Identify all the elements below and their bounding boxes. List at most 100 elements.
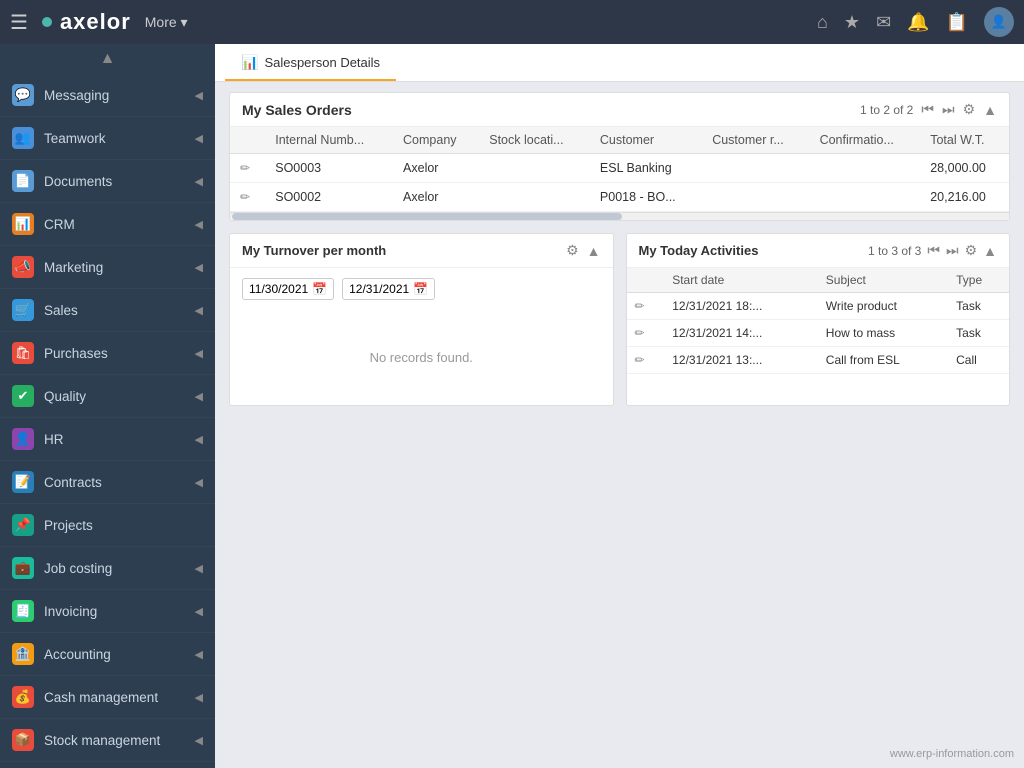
tab-chart-icon: 📊 — [241, 54, 258, 71]
cell-internal-so0003: SO0003 — [265, 154, 393, 183]
date-from-value: 11/30/2021 — [249, 282, 308, 296]
edit-so0003-icon[interactable]: ✏ — [240, 161, 250, 175]
cash-management-icon: 💰 — [12, 686, 34, 708]
sidebar-scroll-up[interactable]: ▲ — [0, 44, 215, 74]
act1-type: Task — [948, 293, 1009, 320]
sidebar-item-invoicing[interactable]: 🧾 Invoicing ◀ — [0, 590, 215, 633]
sidebar-item-projects[interactable]: 📌 Projects — [0, 504, 215, 547]
sidebar-label-contracts: Contracts — [44, 475, 102, 490]
edit-act3-icon[interactable]: ✏ — [635, 353, 645, 367]
chevron-purchases: ◀ — [195, 347, 203, 360]
sidebar-item-jobcosting[interactable]: 💼 Job costing ◀ — [0, 547, 215, 590]
sidebar-item-hr[interactable]: 👤 HR ◀ — [0, 418, 215, 461]
sidebar-item-quality[interactable]: ✔ Quality ◀ — [0, 375, 215, 418]
sidebar-item-manufacturing[interactable]: ⚙ Manufacturing ◀ — [0, 762, 215, 768]
act1-subject: Write product — [818, 293, 948, 320]
sidebar-item-contracts[interactable]: 📝 Contracts ◀ — [0, 461, 215, 504]
act3-start-date: 12/31/2021 13:... — [664, 347, 818, 374]
cell-custref-so0002 — [702, 183, 809, 212]
chevron-teamwork: ◀ — [195, 132, 203, 145]
notifications-icon[interactable]: 🔔 — [907, 12, 929, 33]
settings-icon[interactable]: ⚙ — [963, 101, 976, 118]
sales-orders-table-wrapper: Internal Numb... Company Stock locati...… — [230, 127, 1009, 212]
activities-first-icon[interactable]: ⏮ — [927, 242, 940, 259]
sidebar-label-stock-management: Stock management — [44, 733, 160, 748]
activities-header: My Today Activities 1 to 3 of 3 ⏮ ⏭ ⚙ ▲ — [627, 234, 1010, 268]
date-from-input[interactable]: 11/30/2021 📅 — [242, 278, 334, 300]
cell-stock-so0003 — [479, 154, 590, 183]
home-icon[interactable]: ⌂ — [817, 12, 828, 33]
content-inner: My Sales Orders 1 to 2 of 2 ⏮ ⏭ ⚙ ▲ — [215, 82, 1024, 768]
date-to-input[interactable]: 12/31/2021 📅 — [342, 278, 435, 300]
activities-pagination: 1 to 3 of 3 — [868, 244, 921, 258]
tab-salesperson-details[interactable]: 📊 Salesperson Details — [225, 44, 396, 81]
calendar-to-icon[interactable]: 📅 — [413, 282, 428, 296]
sidebar-item-purchases[interactable]: 🛍 Purchases ◀ — [0, 332, 215, 375]
activities-panel: My Today Activities 1 to 3 of 3 ⏮ ⏭ ⚙ ▲ — [626, 233, 1011, 406]
edit-act2-icon[interactable]: ✏ — [635, 326, 645, 340]
favorites-icon[interactable]: ★ — [844, 12, 860, 33]
chevron-quality: ◀ — [195, 390, 203, 403]
chevron-messaging: ◀ — [195, 89, 203, 102]
sidebar-item-crm[interactable]: 📊 CRM ◀ — [0, 203, 215, 246]
accounting-icon: 🏦 — [12, 643, 34, 665]
sidebar-item-cash-management[interactable]: 💰 Cash management ◀ — [0, 676, 215, 719]
pagination-last-icon[interactable]: ⏭ — [942, 101, 955, 118]
activities-collapse-icon[interactable]: ▲ — [983, 243, 997, 259]
cell-customer-so0003: ESL Banking — [590, 154, 702, 183]
sidebar-item-marketing[interactable]: 📣 Marketing ◀ — [0, 246, 215, 289]
sidebar-label-quality: Quality — [44, 389, 86, 404]
cell-total-so0002: 20,216.00 — [920, 183, 1009, 212]
user-avatar[interactable]: 👤 — [984, 7, 1014, 37]
pagination-first-icon[interactable]: ⏮ — [921, 101, 934, 118]
hamburger-button[interactable]: ☰ — [10, 10, 28, 35]
tab-bar: 📊 Salesperson Details — [215, 44, 1024, 82]
sidebar-item-accounting[interactable]: 🏦 Accounting ◀ — [0, 633, 215, 676]
chevron-jobcosting: ◀ — [195, 562, 203, 575]
sales-orders-title: My Sales Orders — [242, 102, 352, 118]
turnover-collapse-icon[interactable]: ▲ — [587, 243, 601, 259]
hr-icon: 👤 — [12, 428, 34, 450]
bottom-panels: My Turnover per month ⚙ ▲ 11/30/2021 📅 1… — [229, 233, 1010, 406]
table-row: ✏ 12/31/2021 14:... How to mass Task — [627, 320, 1010, 347]
cell-customer-so0002: P0018 - BO... — [590, 183, 702, 212]
act1-start-date: 12/31/2021 18:... — [664, 293, 818, 320]
sidebar-label-projects: Projects — [44, 518, 93, 533]
act2-start-date: 12/31/2021 14:... — [664, 320, 818, 347]
main-layout: ▲ 💬 Messaging ◀ 👥 Teamwork ◀ 📄 Documents… — [0, 44, 1024, 768]
sidebar-item-messaging[interactable]: 💬 Messaging ◀ — [0, 74, 215, 117]
sidebar-item-sales[interactable]: 🛒 Sales ◀ — [0, 289, 215, 332]
collapse-icon[interactable]: ▲ — [983, 102, 997, 118]
act2-subject: How to mass — [818, 320, 948, 347]
calendar-from-icon[interactable]: 📅 — [312, 282, 327, 296]
chevron-accounting: ◀ — [195, 648, 203, 661]
table-row: ✏ SO0003 Axelor ESL Banking 28,000.00 — [230, 154, 1009, 183]
act-col-start-date: Start date — [664, 268, 818, 293]
turnover-no-records: No records found. — [230, 310, 613, 405]
date-to-value: 12/31/2021 — [349, 282, 409, 296]
table-row: ✏ 12/31/2021 18:... Write product Task — [627, 293, 1010, 320]
docs-icon[interactable]: 📋 — [946, 12, 968, 33]
more-button[interactable]: More ▾ — [145, 14, 188, 31]
sidebar-item-documents[interactable]: 📄 Documents ◀ — [0, 160, 215, 203]
activities-settings-icon[interactable]: ⚙ — [965, 242, 978, 259]
act-col-subject: Subject — [818, 268, 948, 293]
turnover-settings-icon[interactable]: ⚙ — [566, 242, 579, 259]
mail-icon[interactable]: ✉ — [876, 12, 891, 33]
logo: axelor — [42, 9, 131, 35]
chevron-crm: ◀ — [195, 218, 203, 231]
activities-last-icon[interactable]: ⏭ — [946, 242, 959, 259]
act3-subject: Call from ESL — [818, 347, 948, 374]
edit-act1-icon[interactable]: ✏ — [635, 299, 645, 313]
sidebar-item-stock-management[interactable]: 📦 Stock management ◀ — [0, 719, 215, 762]
sales-icon: 🛒 — [12, 299, 34, 321]
crm-icon: 📊 — [12, 213, 34, 235]
topnav: ☰ axelor More ▾ ⌂ ★ ✉ 🔔 📋 👤 — [0, 0, 1024, 44]
col-internal-number: Internal Numb... — [265, 127, 393, 154]
sidebar-item-teamwork[interactable]: 👥 Teamwork ◀ — [0, 117, 215, 160]
chevron-hr: ◀ — [195, 433, 203, 446]
col-stock-location: Stock locati... — [479, 127, 590, 154]
activities-title: My Today Activities — [639, 243, 759, 258]
turnover-date-range: 11/30/2021 📅 12/31/2021 📅 — [230, 268, 613, 310]
edit-so0002-icon[interactable]: ✏ — [240, 190, 250, 204]
